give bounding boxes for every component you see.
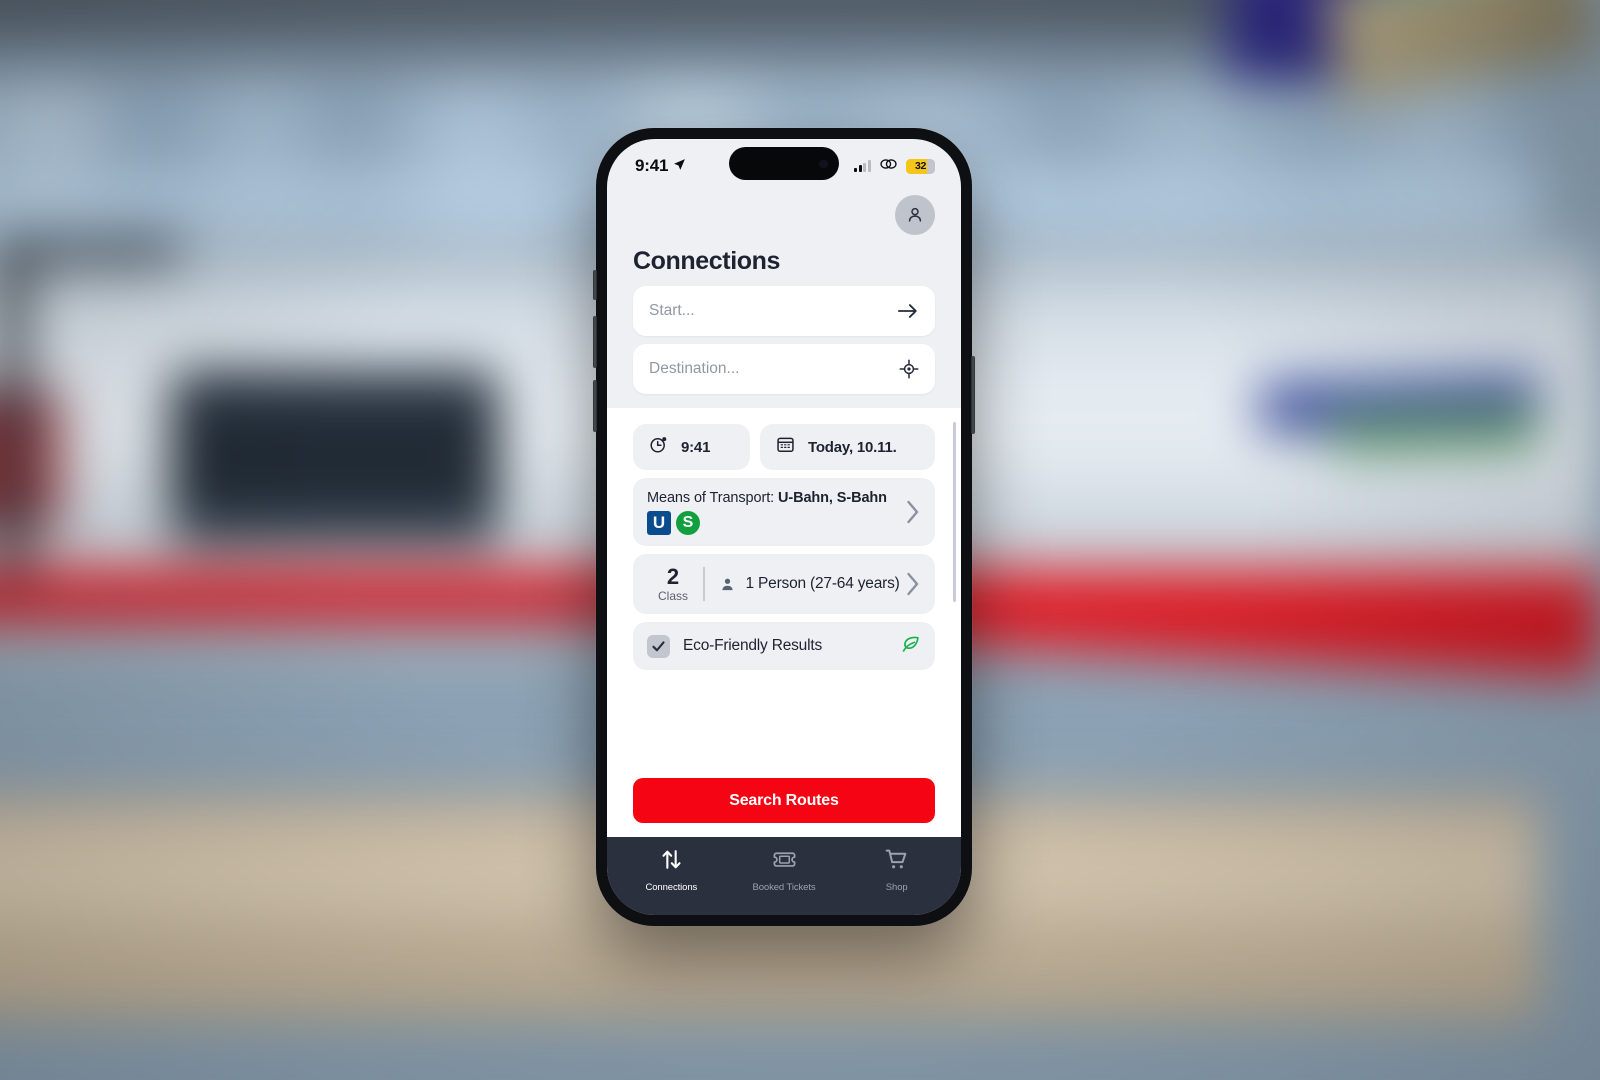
departure-time-chip[interactable]: 9:41	[633, 424, 750, 470]
chain-link-icon	[879, 157, 898, 176]
up-down-arrows-icon	[659, 847, 684, 877]
status-bar: 9:41 32	[607, 139, 961, 193]
app-header: Connections	[607, 193, 961, 276]
passenger-summary: 1 Person (27-64 years)	[745, 575, 900, 592]
chevron-right-icon[interactable]	[905, 571, 921, 597]
tab-shop-label: Shop	[885, 882, 908, 893]
datetime-row: 9:41 Today, 10.11.	[633, 424, 935, 470]
travel-class: 2 Class	[647, 563, 699, 603]
shopping-cart-icon	[884, 847, 909, 877]
battery-level-label: 32	[914, 160, 927, 172]
means-of-transport-value: U-Bahn, S-Bahn	[777, 489, 887, 506]
scrollbar-thumb[interactable]	[953, 422, 956, 602]
front-camera-icon	[819, 159, 828, 168]
phone-device-frame: 9:41 32 Connections Start... Destination…	[593, 128, 975, 926]
tab-booked-tickets-label: Booked Tickets	[752, 882, 816, 893]
header-row	[633, 195, 935, 235]
tab-connections-label: Connections	[645, 882, 698, 893]
options-scroll-area[interactable]: 9:41 Today, 10.11. Means of Transport: U…	[607, 408, 961, 768]
calendar-icon	[776, 435, 795, 459]
destination-input-value[interactable]: Destination...	[649, 360, 899, 378]
tab-connections[interactable]: Connections	[615, 847, 728, 915]
location-arrow-icon	[673, 156, 686, 176]
person-filled-icon	[719, 576, 736, 593]
departure-date-value: Today, 10.11.	[808, 438, 897, 456]
tab-shop[interactable]: Shop	[840, 847, 953, 915]
means-of-transport-row[interactable]: Means of Transport: U-Bahn, S-Bahn U S	[633, 478, 935, 546]
departure-date-chip[interactable]: Today, 10.11.	[760, 424, 935, 470]
departure-time-value: 9:41	[681, 438, 711, 456]
start-input-value[interactable]: Start...	[649, 302, 897, 320]
page-title: Connections	[633, 247, 780, 275]
green-leaf-icon	[900, 633, 921, 659]
start-field[interactable]: Start...	[633, 286, 935, 336]
travel-class-caption: Class	[657, 588, 688, 603]
power-button[interactable]	[971, 356, 975, 434]
ticket-icon	[772, 847, 797, 877]
class-and-passengers-row[interactable]: 2 Class 1 Person (27-64 years)	[633, 554, 935, 614]
status-bar-clock: 9:41	[635, 156, 669, 175]
eco-friendly-row[interactable]: Eco-Friendly Results	[633, 622, 935, 670]
means-of-transport-label: Means of Transport: U-Bahn, S-Bahn	[647, 490, 905, 506]
vertical-divider	[703, 567, 705, 601]
chevron-right-icon[interactable]	[905, 499, 921, 525]
phone-screen: 9:41 32 Connections Start... Destination…	[607, 139, 961, 915]
dynamic-island	[729, 147, 839, 180]
alarm-clock-icon	[649, 435, 668, 459]
status-bar-time-group: 9:41	[635, 156, 686, 176]
u-bahn-badge: U	[647, 510, 671, 535]
travel-class-number: 2	[666, 563, 680, 589]
tab-booked-tickets[interactable]: Booked Tickets	[728, 847, 841, 915]
cellular-signal-icon	[854, 160, 871, 172]
route-input-group: Start... Destination...	[607, 276, 961, 408]
checkmark-icon	[652, 640, 665, 651]
crosshair-locate-icon[interactable]	[899, 359, 919, 379]
person-icon	[908, 207, 922, 222]
bottom-tab-bar: Connections Booked Tickets Shop	[607, 837, 961, 915]
avatar[interactable]	[895, 195, 935, 235]
status-bar-indicators: 32	[854, 157, 935, 176]
cta-container: Search Routes	[607, 768, 961, 837]
mute-switch[interactable]	[593, 270, 597, 300]
eco-friendly-label: Eco-Friendly Results	[683, 637, 822, 654]
battery-indicator: 32	[906, 158, 935, 174]
transport-badges: U S	[647, 510, 905, 535]
means-of-transport-content: Means of Transport: U-Bahn, S-Bahn U S	[647, 490, 905, 535]
means-of-transport-prefix: Means of Transport:	[647, 489, 778, 506]
arrow-right-icon[interactable]	[897, 302, 919, 320]
s-bahn-badge: S	[676, 510, 700, 535]
search-routes-button[interactable]: Search Routes	[633, 778, 935, 823]
destination-field[interactable]: Destination...	[633, 344, 935, 394]
eco-friendly-checkbox[interactable]	[647, 634, 670, 658]
